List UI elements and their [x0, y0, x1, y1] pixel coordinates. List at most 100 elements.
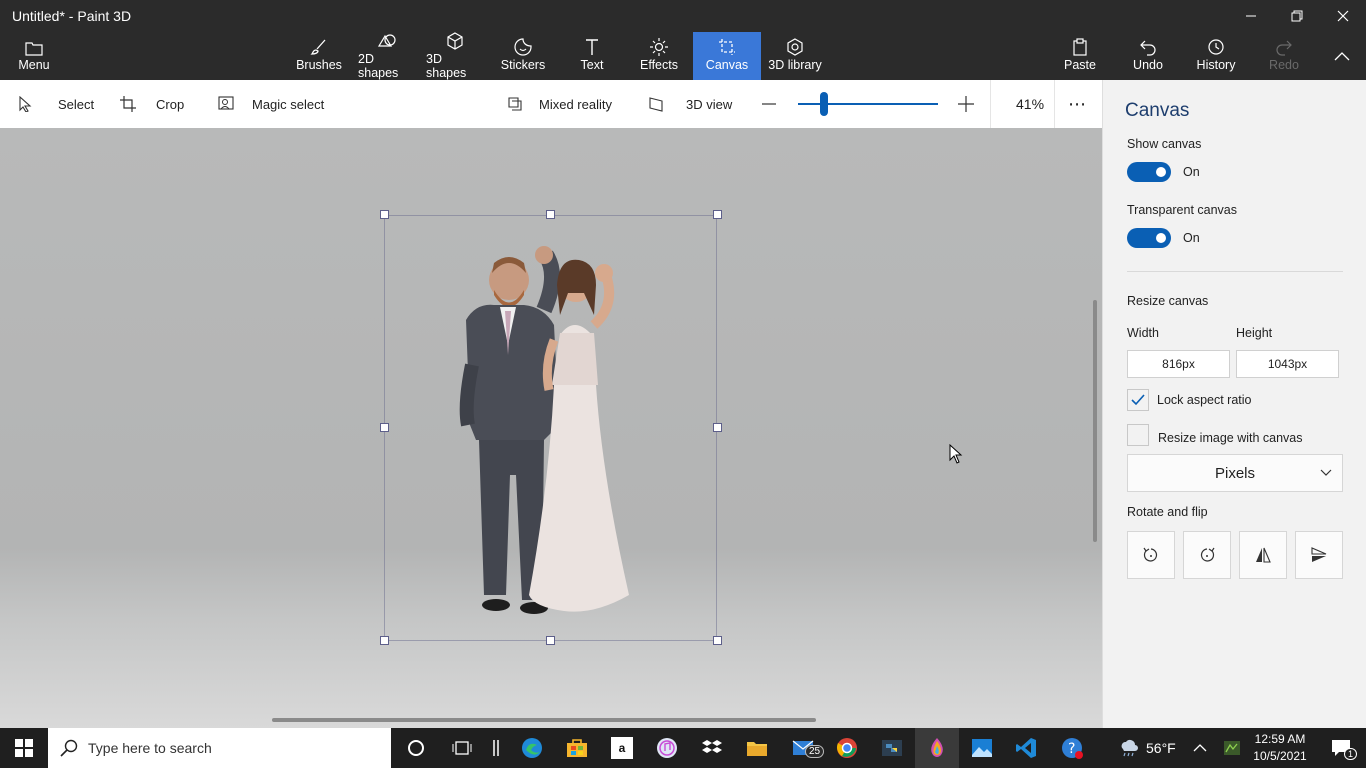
paint3d-icon: [931, 738, 943, 757]
tool-label: 3D shapes: [426, 52, 467, 80]
edge-icon: [522, 738, 542, 758]
flip-horizontal-button[interactable]: [1239, 531, 1287, 579]
taskbar-search[interactable]: Type here to search: [48, 728, 391, 768]
rotate-left-button[interactable]: [1127, 531, 1175, 579]
divider: [990, 80, 991, 128]
taskbar-paint3d[interactable]: [915, 728, 959, 768]
tool-stickers[interactable]: Stickers: [500, 32, 546, 80]
flip-vertical-button[interactable]: [1295, 531, 1343, 579]
zoom-slider-thumb[interactable]: [820, 92, 828, 116]
close-button[interactable]: [1320, 0, 1366, 32]
tool-2d-shapes[interactable]: 2D shapes: [358, 32, 416, 80]
width-field[interactable]: 816px: [1127, 350, 1230, 378]
taskbar-edge[interactable]: [510, 728, 554, 768]
history-button[interactable]: History: [1192, 32, 1240, 80]
text-icon: [584, 32, 600, 58]
taskbar-python[interactable]: [870, 728, 914, 768]
mixed-reality-button[interactable]: Mixed reality: [507, 80, 612, 128]
taskbar-vscode[interactable]: [1004, 728, 1048, 768]
flip-horizontal-icon: [1256, 547, 1271, 563]
taskbar-chrome[interactable]: [825, 728, 869, 768]
zoom-slider-track[interactable]: [798, 103, 938, 105]
tool-effects[interactable]: Effects: [636, 32, 682, 80]
tool-3d-library[interactable]: 3D library: [766, 32, 824, 80]
zoom-value[interactable]: 41%: [1016, 80, 1044, 128]
resize-image-label: Resize image with canvas: [1158, 431, 1303, 445]
taskbar-store[interactable]: [555, 728, 599, 768]
units-value: Pixels: [1214, 464, 1255, 482]
photos-icon: [972, 739, 992, 757]
lock-aspect-label: Lock aspect ratio: [1157, 393, 1252, 407]
select-button[interactable]: Select: [18, 80, 94, 128]
resize-handle-top-right[interactable]: [713, 210, 722, 219]
resize-handle-left[interactable]: [380, 423, 389, 432]
resize-handle-bottom-left[interactable]: [380, 636, 389, 645]
zoom-in-button[interactable]: [958, 80, 974, 128]
canvas-workspace[interactable]: [0, 128, 1102, 728]
more-icon: ⋯: [1068, 93, 1086, 114]
folder-icon: [25, 32, 43, 58]
undo-button[interactable]: Undo: [1126, 32, 1170, 80]
tray-app-icon[interactable]: [1212, 728, 1252, 768]
redo-button[interactable]: Redo: [1262, 32, 1306, 80]
toolbar: Select Crop Magic select Mixed reality 3…: [0, 80, 1102, 128]
cortana-icon: [408, 740, 424, 756]
resize-handle-bottom-right[interactable]: [713, 636, 722, 645]
search-icon: [60, 739, 78, 757]
height-field[interactable]: 1043px: [1236, 350, 1339, 378]
action-center-button[interactable]: 1: [1318, 728, 1364, 768]
menu-button[interactable]: Menu: [10, 32, 58, 80]
taskbar-dropbox[interactable]: [690, 728, 734, 768]
resize-handle-top[interactable]: [546, 210, 555, 219]
windows-icon: [15, 739, 33, 757]
units-dropdown[interactable]: Pixels: [1127, 454, 1343, 492]
itunes-icon: [657, 738, 677, 758]
folder-icon: [747, 742, 767, 756]
tool-canvas[interactable]: Canvas: [693, 32, 761, 80]
resize-handle-top-left[interactable]: [380, 210, 389, 219]
tool-text[interactable]: Text: [570, 32, 614, 80]
taskbar-itunes[interactable]: [645, 728, 689, 768]
couple-photo: [383, 214, 718, 642]
resize-image-checkbox[interactable]: [1127, 424, 1149, 446]
tool-brushes[interactable]: Brushes: [296, 32, 342, 80]
resize-handle-right[interactable]: [713, 423, 722, 432]
cortana-button[interactable]: [394, 728, 438, 768]
taskbar-amazon[interactable]: a: [600, 728, 644, 768]
taskbar-photos[interactable]: [960, 728, 1004, 768]
start-button[interactable]: [2, 728, 46, 768]
zoom-percent: 41%: [1016, 96, 1045, 112]
taskbar-mail[interactable]: 25: [781, 728, 825, 768]
history-icon: [1207, 32, 1225, 58]
transparent-canvas-toggle[interactable]: [1127, 228, 1171, 248]
taskbar-help[interactable]: ?: [1050, 728, 1094, 768]
restore-button[interactable]: [1274, 0, 1320, 32]
canvas-image[interactable]: [383, 214, 718, 642]
vertical-scrollbar[interactable]: [1093, 300, 1097, 542]
show-canvas-toggle[interactable]: [1127, 162, 1171, 182]
minimize-icon: [1246, 15, 1256, 17]
zoom-out-button[interactable]: [762, 80, 776, 128]
lock-aspect-checkbox[interactable]: [1127, 389, 1149, 411]
resize-canvas-label: Resize canvas: [1127, 294, 1209, 308]
resize-handle-bottom[interactable]: [546, 636, 555, 645]
ribbon: Menu Brushes 2D shapes 3D shapes Sticker…: [0, 32, 1366, 80]
rotate-left-icon: [1143, 547, 1158, 562]
magic-select-button[interactable]: Magic select: [218, 80, 324, 128]
magic-select-label: Magic select: [252, 96, 325, 112]
crop-button[interactable]: Crop: [120, 80, 184, 128]
rotate-right-button[interactable]: [1183, 531, 1231, 579]
paste-button[interactable]: Paste: [1058, 32, 1102, 80]
stickers-icon: [514, 32, 532, 58]
app-bars-icon: [493, 740, 499, 756]
dropbox-icon: [702, 740, 722, 753]
collapse-ribbon-button[interactable]: [1320, 32, 1364, 80]
restore-icon: [1291, 10, 1303, 22]
3d-view-button[interactable]: 3D view: [648, 80, 732, 128]
more-options-button[interactable]: ⋯: [1068, 80, 1086, 128]
taskbar-file-explorer[interactable]: [735, 728, 779, 768]
tool-3d-shapes[interactable]: 3D shapes: [426, 32, 484, 80]
minimize-button[interactable]: [1228, 0, 1274, 32]
clock[interactable]: 12:59 AM 10/5/2021: [1248, 731, 1312, 765]
horizontal-scrollbar[interactable]: [272, 718, 816, 722]
